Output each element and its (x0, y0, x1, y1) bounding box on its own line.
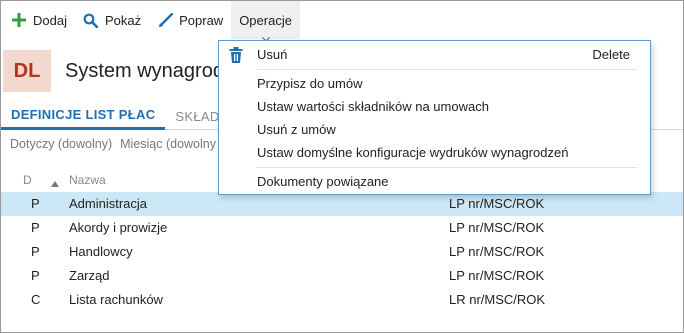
page-title: System wynagrod (65, 59, 224, 82)
menu-item-label: Ustaw wartości składników na umowach (257, 99, 489, 114)
table-row[interactable]: P Handlowcy LP nr/MSC/ROK (1, 240, 683, 264)
menu-item-label: Usuń (257, 47, 288, 62)
cell-d: P (31, 196, 40, 211)
show-button-label: Pokaż (104, 12, 142, 28)
menu-separator (257, 167, 637, 168)
cell-name: Zarząd (69, 268, 110, 283)
menu-item-set-component-values[interactable]: Ustaw wartości składników na umowach (219, 96, 650, 118)
cell-d: P (31, 220, 40, 235)
cell-numbering: LP nr/MSC/ROK (449, 220, 545, 235)
add-button-label: Dodaj (33, 12, 67, 28)
operations-dropdown-menu: Usuń Delete Przypisz do umów Ustaw warto… (218, 40, 651, 195)
table-row[interactable]: P Administracja LP nr/MSC/ROK (1, 192, 683, 216)
brush-icon (157, 12, 173, 28)
cell-name: Akordy i prowizje (69, 220, 168, 235)
trash-icon (229, 47, 243, 63)
toolbar: Dodaj Pokaż Popraw Operacje (1, 1, 683, 42)
menu-item-related-documents[interactable]: Dokumenty powiązane (219, 171, 650, 193)
edit-button[interactable]: Popraw (149, 1, 231, 39)
menu-item-label: Usuń z umów (257, 122, 336, 137)
cell-numbering: LR nr/MSC/ROK (449, 292, 546, 307)
cell-name: Administracja (69, 196, 148, 211)
add-button[interactable]: Dodaj (1, 1, 75, 39)
menu-item-label: Ustaw domyślne konfiguracje wydruków wyn… (257, 145, 569, 160)
menu-item-set-default-print-config[interactable]: Ustaw domyślne konfiguracje wydruków wyn… (219, 142, 650, 164)
operations-button-label: Operacje (239, 12, 292, 28)
menu-item-delete[interactable]: Usuń Delete (219, 44, 650, 66)
cell-d: P (31, 244, 40, 259)
filter-bar: Dotyczy (dowolny) Miesiąc (dowolny (10, 137, 216, 157)
sort-ascending-icon[interactable] (51, 176, 59, 187)
cell-numbering: LP nr/MSC/ROK (449, 244, 545, 259)
table-row[interactable]: C Lista rachunków LR nr/MSC/ROK (1, 288, 683, 312)
tab-definicje-list-plac[interactable]: DEFINICJE LIST PŁAC (1, 102, 166, 130)
module-badge: DL (3, 50, 51, 92)
column-header-name[interactable]: Nazwa (69, 173, 106, 187)
menu-item-label: Dokumenty powiązane (257, 174, 389, 189)
column-header-d[interactable]: D (23, 173, 32, 187)
table-row[interactable]: P Akordy i prowizje LP nr/MSC/ROK (1, 216, 683, 240)
edit-button-label: Popraw (179, 12, 224, 28)
cell-d: C (31, 292, 41, 307)
menu-item-assign-to-contracts[interactable]: Przypisz do umów (219, 73, 650, 95)
table-row[interactable]: P Zarząd LP nr/MSC/ROK (1, 264, 683, 288)
chevron-down-icon (261, 30, 270, 42)
menu-separator (257, 69, 637, 70)
menu-item-shortcut: Delete (592, 47, 630, 62)
cell-d: P (31, 268, 40, 283)
operations-menu-button[interactable]: Operacje (231, 1, 300, 42)
filter-dotyczy[interactable]: Dotyczy (dowolny) (10, 137, 112, 157)
cell-name: Lista rachunków (69, 292, 163, 307)
grid-body: P Administracja LP nr/MSC/ROK P Akordy i… (1, 192, 683, 312)
cell-numbering: LP nr/MSC/ROK (449, 196, 545, 211)
filter-miesiac[interactable]: Miesiąc (dowolny (120, 137, 216, 157)
show-button[interactable]: Pokaż (75, 1, 149, 39)
menu-item-remove-from-contracts[interactable]: Usuń z umów (219, 119, 650, 141)
plus-icon (11, 12, 27, 28)
cell-numbering: LP nr/MSC/ROK (449, 268, 545, 283)
search-icon (83, 12, 99, 28)
cell-name: Handlowcy (69, 244, 133, 259)
menu-item-label: Przypisz do umów (257, 76, 363, 91)
